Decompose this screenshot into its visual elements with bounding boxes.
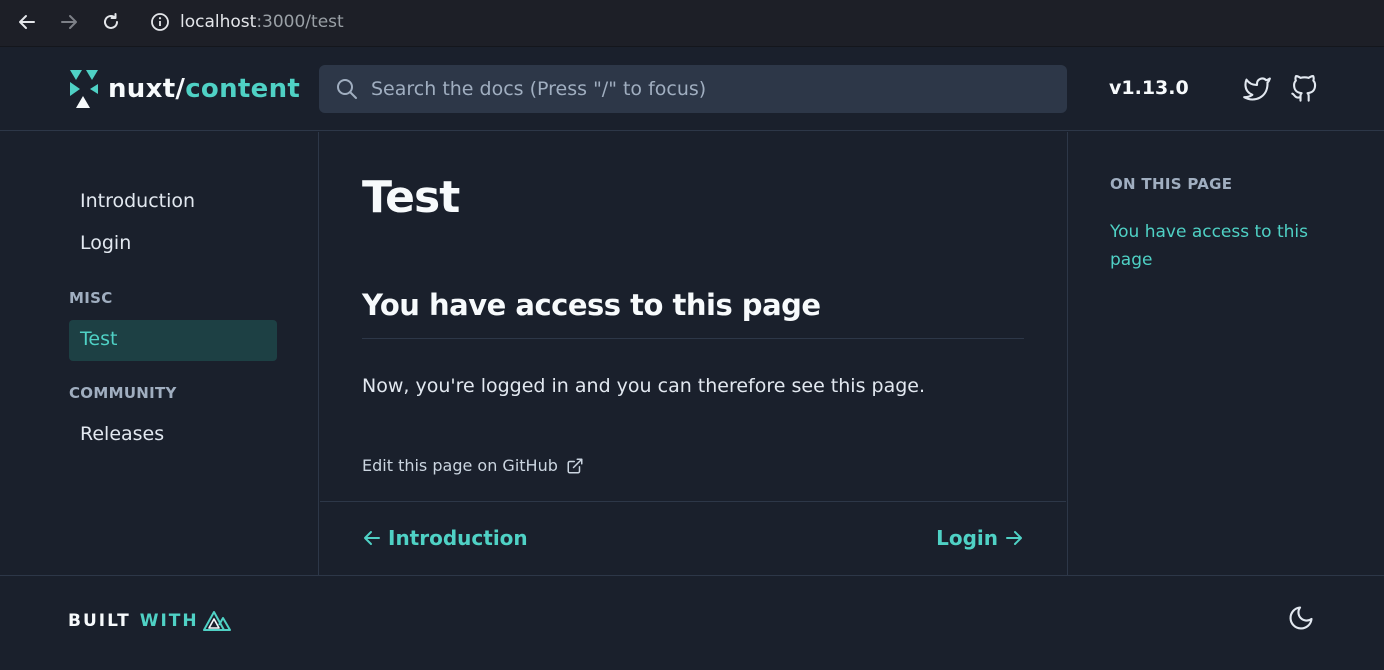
page-title: Test [362,172,460,223]
back-button[interactable] [15,10,39,34]
toc-link[interactable]: You have access to this page [1110,218,1340,274]
info-icon [151,13,169,31]
prev-page-link[interactable]: Introduction [362,526,528,550]
reload-icon [104,13,118,29]
forward-button[interactable] [57,10,81,34]
site-header: nuxt/content v1.13.0 [0,48,1384,131]
arrow-left-icon [19,15,35,29]
moon-icon [1289,606,1313,630]
github-link[interactable] [1290,75,1318,103]
search-input[interactable] [371,78,1051,100]
sidebar-item-introduction[interactable]: Introduction [80,190,195,212]
next-page-label: Login [936,526,998,550]
sidebar-item-releases[interactable]: Releases [80,423,164,445]
logo[interactable]: nuxt/content [68,68,300,110]
edit-on-github-link[interactable]: Edit this page on GitHub [362,456,584,475]
arrow-right-icon [61,15,77,29]
reload-button[interactable] [99,10,123,34]
edit-link-label: Edit this page on GitHub [362,456,558,475]
sidebar-item-login[interactable]: Login [80,232,131,254]
logo-text: nuxt/content [108,74,300,104]
nuxt-content-logo-icon [70,70,98,108]
built-label: BUILT [68,611,131,631]
twitter-icon [1243,77,1271,101]
footer: BUILT WITH [0,575,1384,670]
built-with-nuxt-link[interactable]: BUILT WITH [68,610,231,632]
nuxt-logo-icon [202,611,231,631]
arrow-left-icon [364,531,380,545]
prev-page-label: Introduction [388,526,528,550]
browser-toolbar: localhost:3000/test [0,0,1384,47]
address-bar[interactable]: localhost:3000/test [150,9,344,35]
sidebar: Introduction Login MISC Test COMMUNITY R… [0,132,319,575]
sidebar-category-misc: MISC [69,289,113,307]
arrow-right-icon [1006,531,1022,545]
table-of-contents: ON THIS PAGE You have access to this pag… [1067,132,1384,575]
external-link-icon [567,458,583,473]
next-page-link[interactable]: Login [936,526,1024,550]
toc-title: ON THIS PAGE [1110,175,1233,193]
main-content: Test You have access to this page Now, y… [320,132,1066,575]
github-icon [1291,75,1317,102]
with-label: WITH [139,611,199,631]
search-icon [337,79,357,99]
sidebar-item-test[interactable]: Test [69,320,277,361]
logo-text-accent: content [185,74,301,104]
theme-toggle-button[interactable] [1287,604,1315,632]
sidebar-category-community: COMMUNITY [69,384,177,402]
url-host: localhost [180,12,257,32]
search-box[interactable] [319,65,1067,113]
url-path: :3000/test [256,12,344,32]
body-paragraph: Now, you're logged in and you can theref… [362,375,926,397]
logo-text-primary: nuxt/ [108,74,186,104]
version-label: v1.13.0 [1109,77,1189,99]
section-heading: You have access to this page [362,288,821,322]
heading-divider [362,338,1024,339]
prev-next-nav: Introduction Login [320,501,1066,575]
twitter-link[interactable] [1243,75,1271,103]
